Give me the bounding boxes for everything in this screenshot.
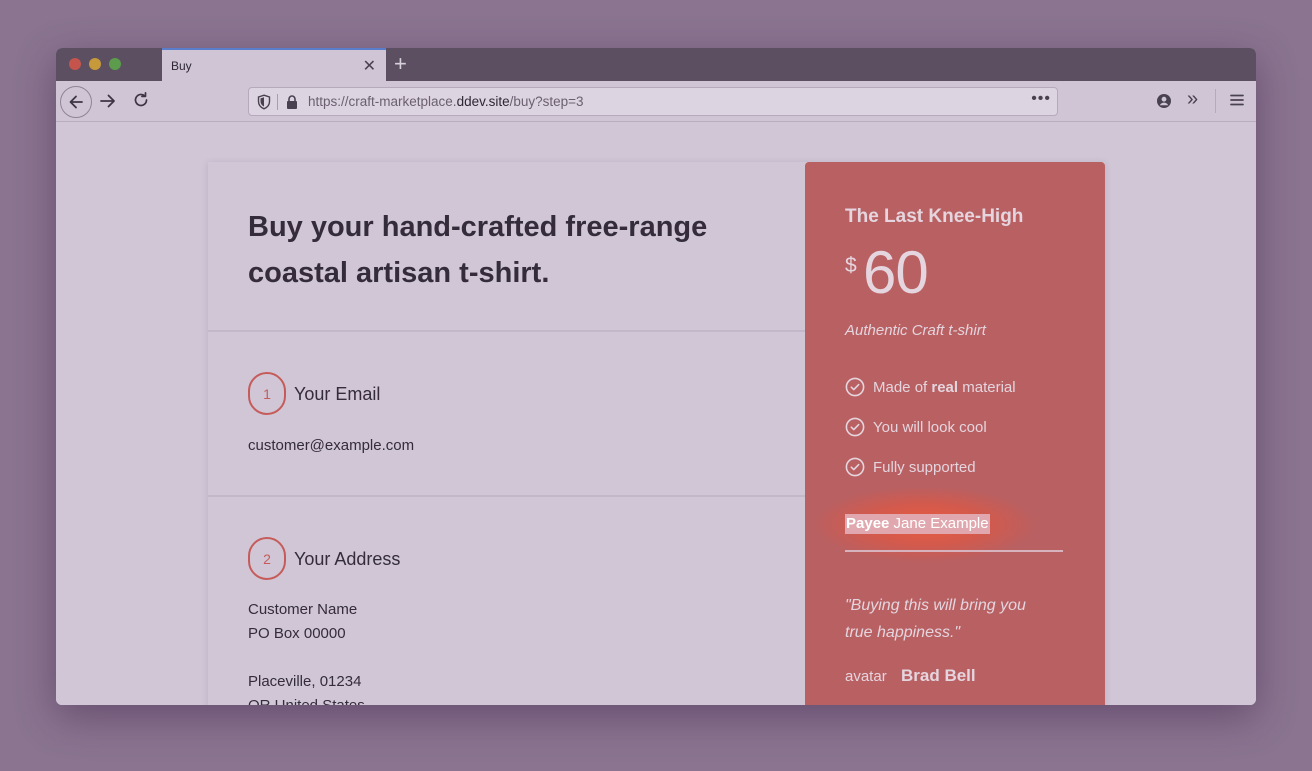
check-circle-icon xyxy=(845,417,865,437)
close-tab-icon[interactable]: ✕ xyxy=(363,56,376,76)
testimonial-quote: "Buying this will bring you true happine… xyxy=(845,597,1026,641)
step-1-title: Your Email xyxy=(294,384,381,404)
back-button[interactable] xyxy=(60,86,92,118)
url-prefix: https://craft-marketplace. xyxy=(308,94,457,109)
product-price: 60 xyxy=(863,239,929,306)
address-name: Customer Name xyxy=(248,601,358,618)
reload-button[interactable] xyxy=(132,91,150,114)
url-separator xyxy=(277,94,278,110)
customer-email: customer@example.com xyxy=(248,437,415,454)
feature-item: Made of real material xyxy=(845,376,1016,398)
payee-label: Payee xyxy=(846,515,890,532)
payee-field: Payee Jane Example xyxy=(845,514,990,534)
reload-icon xyxy=(134,91,148,107)
arrow-left-icon xyxy=(69,95,83,109)
page-content: Buy your hand-crafted free-range coastal… xyxy=(56,122,1256,705)
checkout-form: Buy your hand-crafted free-range coastal… xyxy=(208,162,805,705)
product-summary: The Last Knee-High $ 60 Authentic Craft … xyxy=(805,162,1105,705)
address-country: OR United States xyxy=(248,694,365,705)
feature-text: Fully supported xyxy=(873,458,976,476)
shield-icon[interactable] xyxy=(257,94,271,115)
tab-buy[interactable]: Buy ✕ xyxy=(162,48,386,81)
navigation-bar: https://craft-marketplace.ddev.site/buy?… xyxy=(56,81,1256,122)
zoom-window-button[interactable] xyxy=(109,58,121,70)
testimonial-author: Brad Bell xyxy=(901,666,976,685)
feature-item: Fully supported xyxy=(845,456,976,478)
address-line1: PO Box 00000 xyxy=(248,625,346,642)
minimize-window-button[interactable] xyxy=(89,58,101,70)
address-city: Placeville, 01234 xyxy=(248,673,362,690)
section-divider xyxy=(208,330,805,332)
tab-strip: Buy ✕ + xyxy=(56,48,1256,81)
check-circle-icon xyxy=(845,377,865,397)
browser-window: Buy ✕ + https://craft-marketplace.ddev.s… xyxy=(56,48,1256,705)
lock-icon[interactable] xyxy=(285,94,299,115)
avatar: avatar xyxy=(845,668,887,685)
feature-text: You will look cool xyxy=(873,418,987,436)
address-bar[interactable]: https://craft-marketplace.ddev.site/buy?… xyxy=(248,87,1058,116)
toolbar-divider xyxy=(1215,89,1216,113)
more-actions-icon[interactable]: ••• xyxy=(1031,90,1051,108)
hamburger-menu-icon[interactable] xyxy=(1229,93,1245,112)
feature-text-post: material xyxy=(958,378,1016,396)
tab-title: Buy xyxy=(171,59,192,73)
product-name: The Last Knee-High xyxy=(845,206,1024,227)
forward-button[interactable] xyxy=(98,91,118,116)
new-tab-icon[interactable]: + xyxy=(394,51,407,77)
url-text: https://craft-marketplace.ddev.site/buy?… xyxy=(308,94,584,109)
close-window-button[interactable] xyxy=(69,58,81,70)
step-2-title: Your Address xyxy=(294,549,401,569)
checkout-card: Buy your hand-crafted free-range coastal… xyxy=(208,162,1105,705)
account-icon[interactable] xyxy=(1156,93,1172,114)
price-currency: $ xyxy=(845,254,857,277)
arrow-right-icon xyxy=(100,94,115,108)
check-circle-icon xyxy=(845,457,865,477)
feature-item: You will look cool xyxy=(845,416,987,438)
url-host: ddev.site xyxy=(456,94,510,109)
step-1-badge: 1 xyxy=(248,372,286,415)
url-path: /buy?step=3 xyxy=(509,94,584,109)
overflow-chevrons-icon[interactable]: » xyxy=(1187,88,1198,111)
feature-text-pre: Made of xyxy=(873,378,932,396)
feature-text: Made of real material xyxy=(873,379,1016,396)
page-title: Buy your hand-crafted free-range coastal… xyxy=(248,211,708,289)
payee-name: Jane Example xyxy=(893,515,989,532)
section-divider xyxy=(208,495,805,497)
feature-text-bold: real xyxy=(931,378,959,396)
product-subtitle: Authentic Craft t-shirt xyxy=(845,322,986,339)
payee-underline xyxy=(845,550,1063,552)
step-2-badge: 2 xyxy=(248,537,286,580)
